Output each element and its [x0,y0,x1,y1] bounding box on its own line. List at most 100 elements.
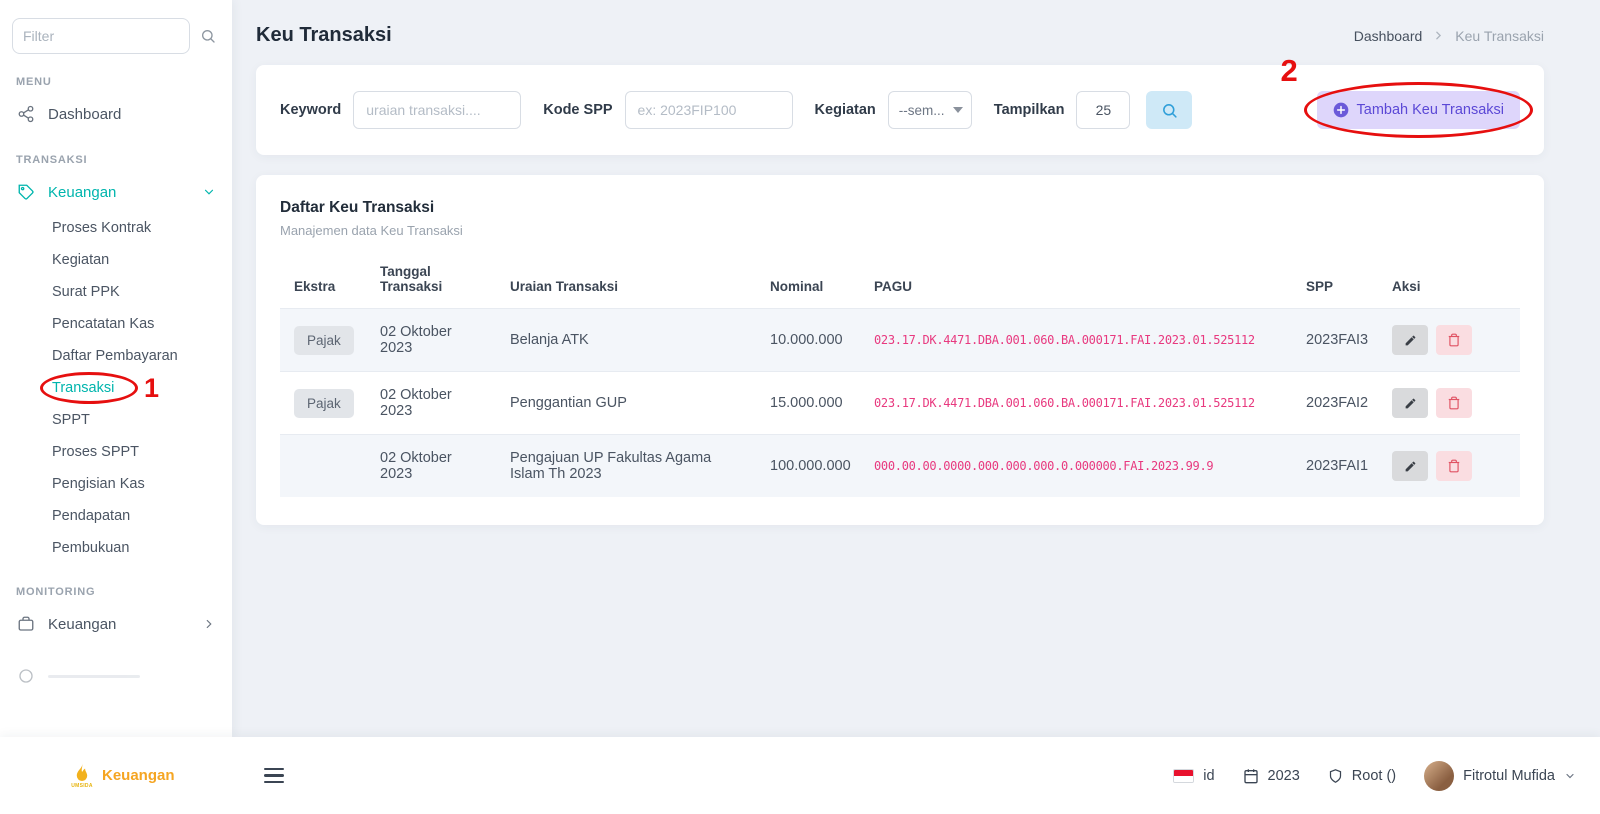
cell-tanggal: 02 Oktober 2023 [368,435,498,498]
brand-name: Keuangan [102,767,175,784]
app-root: MENU Dashboard TRANSAKSI Keuangan Proses… [0,0,1600,814]
search-icon[interactable] [200,28,216,44]
chevron-down-icon [202,185,216,199]
tag-icon [16,182,36,202]
tampilkan-input[interactable] [1076,91,1130,129]
sidebar-item-dashboard[interactable]: Dashboard [0,96,232,132]
cell-nominal: 100.000.000 [758,435,862,498]
edit-button[interactable] [1392,388,1428,418]
cell-ekstra: Pajak [280,309,368,372]
sidebar-item-label: Transaksi [52,380,114,396]
edit-button[interactable] [1392,325,1428,355]
cell-tanggal: 02 Oktober 2023 [368,372,498,435]
sidebar-item-transaksi[interactable]: Transaksi 1 [0,372,232,404]
table-row: 02 Oktober 2023 Pengajuan UP Fakultas Ag… [280,435,1520,498]
transaction-list-card: Daftar Keu Transaksi Manajemen data Keu … [256,175,1544,525]
sidebar-item-keuangan[interactable]: Keuangan [0,174,232,210]
sidebar-item-monitoring-keuangan[interactable]: Keuangan [0,606,232,642]
col-header-tanggal: Tanggal Transaksi [368,254,498,309]
share-nodes-icon [16,104,36,124]
sidebar-item-pendapatan[interactable]: Pendapatan [0,500,232,532]
sidebar-item-proses-kontrak[interactable]: Proses Kontrak [0,212,232,244]
sidebar-item-pengisian-kas[interactable]: Pengisian Kas [0,468,232,500]
sidebar-item-label: Keuangan [48,184,116,201]
cell-spp: 2023FAI3 [1294,309,1380,372]
col-header-pagu: PAGU [862,254,1294,309]
delete-button[interactable] [1436,451,1472,481]
sidebar-item-pencatatan-kas[interactable]: Pencatatan Kas [0,308,232,340]
kegiatan-label: Kegiatan [815,102,876,118]
app-brand[interactable]: UMSIDA Keuangan [70,762,238,789]
year-selector[interactable]: 2023 [1243,768,1300,784]
trash-icon [1447,396,1461,410]
caret-down-icon [953,105,963,115]
sidebar: MENU Dashboard TRANSAKSI Keuangan Proses… [0,0,232,737]
cell-nominal: 10.000.000 [758,309,862,372]
breadcrumb-current: Keu Transaksi [1455,28,1544,44]
user-menu[interactable]: Fitrotul Mufida [1424,761,1576,791]
chevron-right-icon [202,617,216,631]
tampilkan-label: Tampilkan [994,102,1065,118]
kegiatan-select-value: --sem... [899,103,945,118]
trash-icon [1447,333,1461,347]
trash-icon [1447,459,1461,473]
sidebar-item-proses-sppt[interactable]: Proses SPPT [0,436,232,468]
bottom-navbar: UMSIDA Keuangan id 2023 Root () Fitrotul… [0,737,1600,814]
table-row: Pajak 02 Oktober 2023 Penggantian GUP 15… [280,372,1520,435]
cell-pagu: 000.00.00.0000.000.000.000.0.000000.FAI.… [862,435,1294,498]
plus-circle-icon [1333,102,1349,118]
add-keu-transaksi-button[interactable]: Tambah Keu Transaksi 2 [1317,91,1521,129]
table-row: Pajak 02 Oktober 2023 Belanja ATK 10.000… [280,309,1520,372]
role-indicator[interactable]: Root () [1328,768,1396,784]
role-label: Root () [1352,768,1396,784]
col-header-spp: SPP [1294,254,1380,309]
language-switcher[interactable]: id [1173,768,1214,784]
edit-button[interactable] [1392,451,1428,481]
shield-icon [1328,768,1343,784]
sidebar-item-label: Dashboard [48,106,121,123]
cell-uraian: Belanja ATK [498,309,758,372]
annotation-number-1: 1 [144,375,159,402]
kegiatan-select[interactable]: --sem... [888,91,972,129]
year-label: 2023 [1268,768,1300,784]
search-button[interactable] [1146,91,1192,129]
filter-toolbar: Keyword Kode SPP Kegiatan --sem... Tampi… [256,65,1544,155]
main-wrap: MENU Dashboard TRANSAKSI Keuangan Proses… [0,0,1600,737]
pencil-icon [1404,334,1417,347]
content-header: Keu Transaksi Dashboard Keu Transaksi [232,0,1600,65]
sidebar-item-clipped[interactable] [0,658,232,694]
pajak-badge: Pajak [294,326,354,355]
sidebar-item-kegiatan[interactable]: Kegiatan [0,244,232,276]
transactions-table: Ekstra Tanggal Transaksi Uraian Transaks… [280,254,1520,497]
sidebar-item-daftar-pembayaran[interactable]: Daftar Pembayaran [0,340,232,372]
cell-pagu: 023.17.DK.4471.DBA.001.060.BA.000171.FAI… [862,309,1294,372]
breadcrumb-dashboard-link[interactable]: Dashboard [1354,28,1423,44]
language-label: id [1203,768,1214,784]
col-header-uraian: Uraian Transaksi [498,254,758,309]
keyword-input[interactable] [353,91,521,129]
kode-spp-input[interactable] [625,91,793,129]
indonesia-flag-icon [1173,769,1194,783]
cell-spp: 2023FAI2 [1294,372,1380,435]
calendar-icon [1243,768,1259,784]
cell-aksi [1380,372,1520,435]
sidebar-item-sppt[interactable]: SPPT [0,404,232,436]
sidebar-item-pembukuan[interactable]: Pembukuan [0,532,232,564]
col-header-ekstra: Ekstra [280,254,368,309]
user-name: Fitrotul Mufida [1463,768,1555,784]
kode-spp-label: Kode SPP [543,102,612,118]
sidebar-filter-input[interactable] [12,18,190,54]
sidebar-filter [12,18,216,54]
delete-button[interactable] [1436,388,1472,418]
pajak-badge: Pajak [294,389,354,418]
delete-button[interactable] [1436,325,1472,355]
hamburger-menu-icon[interactable] [264,768,284,783]
content-area: Keu Transaksi Dashboard Keu Transaksi Ke… [232,0,1600,737]
cell-tanggal: 02 Oktober 2023 [368,309,498,372]
table-header-row: Ekstra Tanggal Transaksi Uraian Transaks… [280,254,1520,309]
cell-aksi [1380,309,1520,372]
sidebar-item-label: Keuangan [48,616,116,633]
sidebar-item-surat-ppk[interactable]: Surat PPK [0,276,232,308]
cell-ekstra [280,435,368,498]
avatar [1424,761,1454,791]
